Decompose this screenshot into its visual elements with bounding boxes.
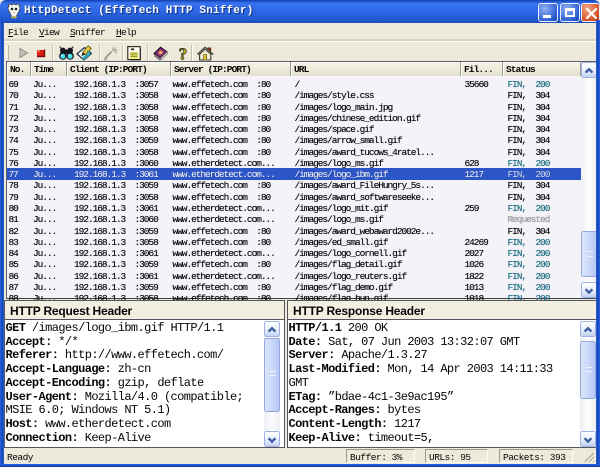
svg-text:?: ?: [178, 45, 187, 62]
